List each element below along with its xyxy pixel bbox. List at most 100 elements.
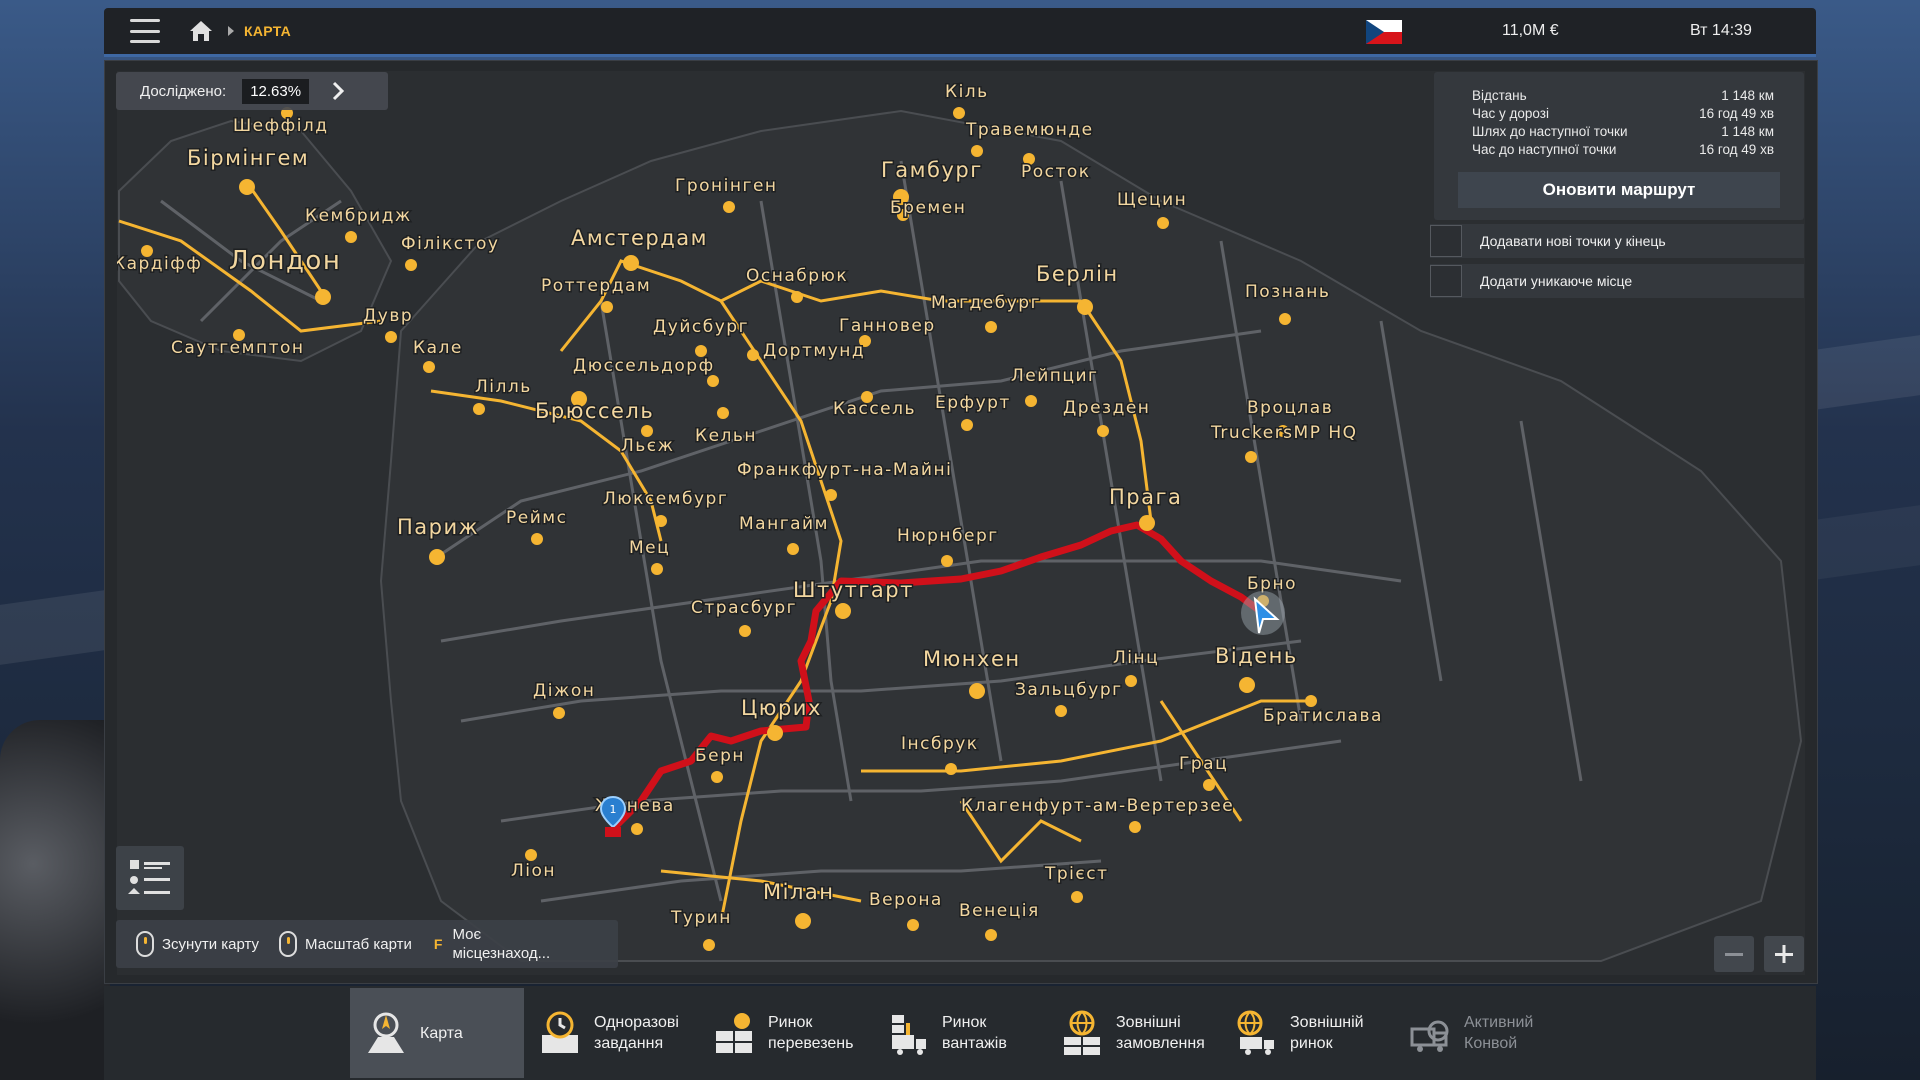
city-dot[interactable] bbox=[825, 489, 837, 501]
city-dot[interactable] bbox=[631, 823, 643, 835]
city-label: Париж bbox=[397, 515, 479, 539]
city-dot[interactable] bbox=[405, 259, 417, 271]
city-label: Мюнхен bbox=[923, 647, 1021, 671]
city-dot[interactable] bbox=[739, 625, 751, 637]
city-dot[interactable] bbox=[1055, 705, 1067, 717]
city-dot[interactable] bbox=[723, 201, 735, 213]
city-dot[interactable] bbox=[1071, 891, 1083, 903]
route-info-panel: Відстань 1 148 км Час у дорозі 16 год 49… bbox=[1434, 72, 1804, 220]
city-label: Бірмінгем bbox=[187, 146, 309, 170]
city-dot[interactable] bbox=[429, 549, 445, 565]
menu-icon[interactable] bbox=[130, 19, 160, 43]
city-dot[interactable] bbox=[795, 913, 811, 929]
travel-time-label: Час у дорозі bbox=[1472, 106, 1549, 121]
city-dot[interactable] bbox=[707, 375, 719, 387]
city-label: Роттердам bbox=[541, 276, 651, 296]
city-label: Дортмунд bbox=[763, 341, 865, 361]
city-dot[interactable] bbox=[969, 683, 985, 699]
map-legend-button[interactable] bbox=[116, 846, 184, 910]
city-dot[interactable] bbox=[1025, 395, 1037, 407]
city-dot[interactable] bbox=[1239, 677, 1255, 693]
city-dot[interactable] bbox=[747, 349, 759, 361]
tab-cargo-market[interactable]: Ринок вантажів bbox=[872, 988, 1046, 1078]
city-dot[interactable] bbox=[835, 603, 851, 619]
city-label: Трієст bbox=[1044, 864, 1108, 884]
city-dot[interactable] bbox=[423, 361, 435, 373]
city-dot[interactable] bbox=[1245, 451, 1257, 463]
move-map-hint: Зсунути карту bbox=[162, 935, 260, 953]
city-dot[interactable] bbox=[703, 939, 715, 951]
city-label: Оснабрюк bbox=[746, 266, 848, 286]
city-dot[interactable] bbox=[525, 849, 537, 861]
city-dot[interactable] bbox=[385, 331, 397, 343]
city-dot[interactable] bbox=[907, 919, 919, 931]
city-label: Турин bbox=[670, 908, 732, 928]
city-dot[interactable] bbox=[985, 929, 997, 941]
city-label: Франкфурт-на-Майні bbox=[737, 460, 952, 480]
city-label: Зальцбург bbox=[1015, 680, 1123, 700]
city-dot[interactable] bbox=[717, 407, 729, 419]
plus-icon bbox=[1775, 945, 1793, 963]
explored-indicator: Досліджено: 12.63% bbox=[116, 72, 388, 110]
city-dot[interactable] bbox=[1125, 675, 1137, 687]
update-route-button[interactable]: Оновити маршрут bbox=[1458, 172, 1780, 208]
city-dot[interactable] bbox=[1139, 515, 1155, 531]
city-dot[interactable] bbox=[953, 107, 965, 119]
option-add-avoid-place[interactable]: Додати уникаюче місце bbox=[1430, 264, 1804, 298]
city-label: Гронінген bbox=[675, 176, 778, 196]
city-dot[interactable] bbox=[601, 301, 613, 313]
city-dot[interactable] bbox=[1097, 425, 1109, 437]
add-points-checkbox[interactable] bbox=[1430, 225, 1462, 257]
city-dot[interactable] bbox=[711, 771, 723, 783]
city-label: Ерфурт bbox=[935, 393, 1011, 413]
city-dot[interactable] bbox=[985, 321, 997, 333]
city-dot[interactable] bbox=[345, 231, 357, 243]
breadcrumb[interactable]: КАРТА bbox=[244, 23, 291, 39]
city-dot[interactable] bbox=[941, 555, 953, 567]
city-label: Страсбург bbox=[691, 598, 797, 618]
city-dot[interactable] bbox=[531, 533, 543, 545]
city-dot[interactable] bbox=[971, 145, 983, 157]
chevron-right-icon[interactable] bbox=[331, 81, 345, 101]
city-dot[interactable] bbox=[945, 763, 957, 775]
zoom-in-button[interactable] bbox=[1764, 936, 1804, 972]
my-location-hint[interactable]: Моє місцезнаход... bbox=[452, 925, 550, 963]
avoid-place-label: Додати уникаюче місце bbox=[1480, 273, 1633, 289]
city-dot[interactable] bbox=[623, 255, 639, 271]
route-info-row: Час у дорозі 16 год 49 хв bbox=[1472, 106, 1774, 121]
city-dot[interactable] bbox=[767, 725, 783, 741]
city-label: Лілль bbox=[475, 377, 532, 397]
tab-cargo-market-label: Ринок вантажів bbox=[942, 1014, 1007, 1052]
city-dot[interactable] bbox=[239, 179, 255, 195]
avoid-place-checkbox[interactable] bbox=[1430, 265, 1462, 297]
tab-active-convoy[interactable]: Активний Конвой bbox=[1394, 988, 1584, 1078]
city-dot[interactable] bbox=[553, 707, 565, 719]
game-clock: Вт 14:39 bbox=[1690, 22, 1752, 39]
zoom-out-button[interactable] bbox=[1714, 936, 1754, 972]
option-add-points-to-end[interactable]: Додавати нові точки у кінець bbox=[1430, 224, 1804, 258]
tab-external-contracts[interactable]: Зовнішні замовлення bbox=[1046, 988, 1220, 1078]
city-dot[interactable] bbox=[1129, 821, 1141, 833]
city-dot[interactable] bbox=[1279, 313, 1291, 325]
city-dot[interactable] bbox=[473, 403, 485, 415]
city-label: Мілан bbox=[763, 880, 834, 904]
city-label: Травемюнде bbox=[965, 120, 1094, 140]
city-dot[interactable] bbox=[1203, 779, 1215, 791]
city-dot[interactable] bbox=[791, 291, 803, 303]
city-dot[interactable] bbox=[651, 563, 663, 575]
city-dot[interactable] bbox=[787, 543, 799, 555]
city-dot[interactable] bbox=[655, 515, 667, 527]
tab-one-time-jobs[interactable]: Одноразові завдання bbox=[524, 988, 698, 1078]
tab-map[interactable]: Карта bbox=[350, 988, 524, 1078]
home-icon[interactable] bbox=[188, 19, 214, 43]
background-truck bbox=[0, 720, 110, 1080]
city-dot[interactable] bbox=[315, 289, 331, 305]
city-label: Відень bbox=[1215, 644, 1298, 668]
tab-freight-market[interactable]: Ринок перевезень bbox=[698, 988, 872, 1078]
city-label: Ліон bbox=[511, 861, 556, 881]
city-dot[interactable] bbox=[1077, 299, 1093, 315]
city-dot[interactable] bbox=[961, 419, 973, 431]
waypoint-number: 1 bbox=[610, 803, 617, 816]
city-dot[interactable] bbox=[1157, 217, 1169, 229]
tab-external-market[interactable]: Зовнішній ринок bbox=[1220, 988, 1394, 1078]
